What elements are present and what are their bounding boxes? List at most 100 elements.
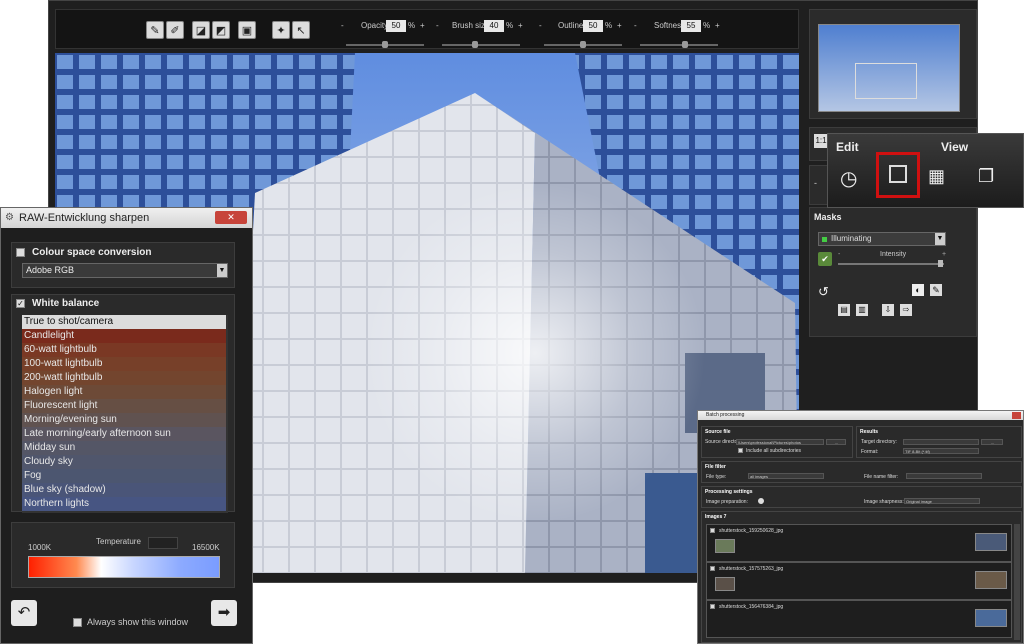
toolbar: ✎ ✐ ◪ ◩ ▣ ✦ ↖ - Opacity 50 % + - Brush s… <box>55 9 799 49</box>
chevron-down-icon[interactable]: ▼ <box>217 264 227 277</box>
chevron-down-icon[interactable]: ▼ <box>935 233 945 245</box>
colour-space-checkbox[interactable] <box>16 248 25 257</box>
navigator-viewport[interactable] <box>855 63 917 99</box>
image-row[interactable]: shutterstock_157575263_jpg <box>706 562 1012 600</box>
source-browse-button[interactable]: ... <box>826 439 846 445</box>
image-row-checkbox[interactable] <box>710 604 715 609</box>
outlines-minus[interactable]: - <box>539 21 542 30</box>
layers-button-highlight[interactable] <box>876 152 920 198</box>
stamp-icon[interactable]: ✦ <box>272 21 290 39</box>
intensity-knob[interactable] <box>938 260 943 267</box>
image-row-checkbox[interactable] <box>710 566 715 571</box>
white-balance-item[interactable]: Fluorescent light <box>22 399 226 413</box>
colour-space-select[interactable]: Adobe RGB ▼ <box>22 263 228 278</box>
check-icon[interactable]: ✔ <box>818 252 832 266</box>
temperature-gradient-slider[interactable] <box>28 556 220 578</box>
images-scrollbar[interactable] <box>1014 524 1020 640</box>
edit-label: Edit <box>836 140 859 154</box>
clear-mask-icon[interactable]: ✎ <box>930 284 942 296</box>
softness-value[interactable]: 55 <box>681 20 701 32</box>
eraser-soft-icon[interactable]: ◩ <box>212 21 230 39</box>
image-prep-settings-icon[interactable] <box>758 498 764 504</box>
format-select[interactable]: TIF 8-Bit (*.tif) <box>903 448 979 454</box>
mask-select[interactable]: Illuminating ▼ <box>818 232 946 246</box>
invert-mask-icon[interactable]: ◐ <box>912 284 924 296</box>
white-balance-item[interactable]: Morning/evening sun <box>22 413 226 427</box>
image-sharpness-select[interactable]: Original image <box>904 498 980 504</box>
include-sub-checkbox[interactable] <box>738 448 743 453</box>
outlines-knob[interactable] <box>580 41 586 48</box>
brush-size-minus[interactable]: - <box>436 21 439 30</box>
edit-view-toolbar: Edit View ◷ ▦ ❐ <box>827 133 1024 208</box>
colour-space-section: Colour space conversion Adobe RGB ▼ <box>11 242 235 288</box>
brush-size-value[interactable]: 40 <box>484 20 504 32</box>
view-label: View <box>941 140 969 154</box>
white-balance-item[interactable]: 100-watt lightbulb <box>22 357 226 371</box>
opacity-plus[interactable]: + <box>420 21 425 30</box>
new-mask-icon[interactable]: ▤ <box>838 304 850 316</box>
always-show-checkbox[interactable] <box>73 618 82 627</box>
image-row-checkbox[interactable] <box>710 528 715 533</box>
brush-erase-icon[interactable]: ✐ <box>166 21 184 39</box>
opacity-value[interactable]: 50 <box>386 20 406 32</box>
white-balance-item[interactable]: Cloudy sky <box>22 455 226 469</box>
close-icon[interactable] <box>1012 412 1021 419</box>
image-row[interactable]: shutterstock_159250628_jpg <box>706 524 1012 562</box>
outlines-plus[interactable]: + <box>617 21 622 30</box>
processing-settings-label: Processing settings <box>705 489 753 495</box>
navigator-preview[interactable] <box>818 24 960 112</box>
opacity-unit: % <box>408 21 416 30</box>
eraser-icon[interactable]: ◪ <box>192 21 210 39</box>
filmstrip-icon[interactable]: ❐ <box>978 166 994 187</box>
intensity-minus[interactable]: - <box>838 251 840 258</box>
fill-icon[interactable]: ▣ <box>238 21 256 39</box>
batch-title-bar[interactable]: Batch processing <box>698 411 1023 420</box>
add-mask-icon[interactable]: ▥ <box>856 304 868 316</box>
white-balance-item[interactable]: Midday sun <box>22 441 226 455</box>
next-arrow-icon[interactable]: ➡ <box>211 600 237 626</box>
white-balance-item[interactable]: Northern lights <box>22 497 226 511</box>
intensity-plus[interactable]: + <box>942 251 946 258</box>
temperature-value-box[interactable] <box>148 537 178 549</box>
load-mask-icon[interactable]: ⇩ <box>882 304 894 316</box>
target-dir-input[interactable] <box>903 439 979 445</box>
brush-size-plus[interactable]: + <box>518 21 523 30</box>
raw-title-bar[interactable]: ⚙ RAW-Entwicklung sharpen ✕ <box>1 208 252 228</box>
white-balance-item[interactable]: True to shot/camera <box>22 315 226 329</box>
file-name-filter-input[interactable] <box>906 473 982 479</box>
white-balance-item[interactable]: Halogen light <box>22 385 226 399</box>
white-balance-item[interactable]: Fog <box>22 469 226 483</box>
save-mask-icon[interactable]: ⇨ <box>900 304 912 316</box>
white-balance-list[interactable]: True to shot/camera Candlelight 60-watt li… <box>22 315 228 513</box>
reset-undo-icon[interactable]: ↶ <box>11 600 37 626</box>
white-balance-item[interactable]: Late morning/early afternoon sun <box>22 427 226 441</box>
close-icon[interactable]: ✕ <box>215 211 247 224</box>
undo-icon[interactable]: ↺ <box>818 284 829 300</box>
opacity-minus[interactable]: - <box>341 21 344 30</box>
white-balance-item[interactable]: 60-watt lightbulb <box>22 343 226 357</box>
outlines-value[interactable]: 50 <box>583 20 603 32</box>
white-balance-item[interactable]: Blue sky (shadow) <box>22 483 226 497</box>
picker-icon[interactable]: ↖ <box>292 21 310 39</box>
brush-size-track[interactable] <box>442 44 520 46</box>
source-dir-input[interactable]: \Users\professional\Pictures\photos <box>736 439 824 445</box>
white-balance-checkbox[interactable]: ✓ <box>16 299 25 308</box>
clapper-icon[interactable]: ▦ <box>928 166 945 187</box>
white-balance-item[interactable]: Candlelight <box>22 329 226 343</box>
zoom-1-1-button[interactable]: 1:1 <box>814 134 828 148</box>
history-clock-icon[interactable]: ◷ <box>840 166 857 191</box>
opacity-knob[interactable] <box>382 41 388 48</box>
intensity-track[interactable] <box>838 263 944 265</box>
history-minus[interactable]: - <box>814 178 817 188</box>
brush-icon[interactable]: ✎ <box>146 21 164 39</box>
softness-track[interactable] <box>640 44 718 46</box>
masks-panel: Masks Illuminating ▼ ✔ - Intensity + ↺ ◐… <box>809 207 977 337</box>
softness-plus[interactable]: + <box>715 21 720 30</box>
target-browse-button[interactable]: ... <box>981 439 1003 445</box>
softness-minus[interactable]: - <box>634 21 637 30</box>
brush-size-knob[interactable] <box>472 41 478 48</box>
softness-knob[interactable] <box>682 41 688 48</box>
white-balance-item[interactable]: 200-watt lightbulb <box>22 371 226 385</box>
file-type-select[interactable]: all images <box>748 473 824 479</box>
image-row[interactable]: shutterstock_156476384_jpg <box>706 600 1012 638</box>
